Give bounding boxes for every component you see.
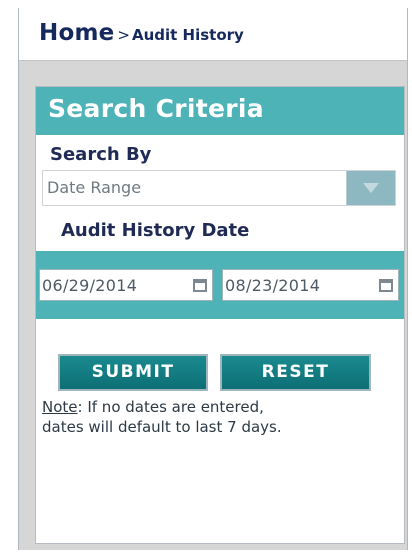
submit-button[interactable]: SUBMIT (58, 354, 208, 391)
calendar-icon[interactable] (379, 279, 393, 292)
breadcrumb-separator: > (117, 26, 130, 44)
audit-history-date-label: Audit History Date (61, 220, 250, 241)
search-by-value: Date Range (47, 178, 142, 197)
date-from-value: 06/29/2014 (42, 276, 138, 295)
breadcrumb-home-link[interactable]: Home (39, 20, 114, 46)
note-label: Note (42, 398, 78, 416)
breadcrumb-bar: Home > Audit History (19, 8, 407, 61)
search-by-label: Search By (50, 144, 152, 165)
date-from-field[interactable]: 06/29/2014 (39, 269, 213, 301)
dropdown-button[interactable] (346, 171, 395, 205)
note-text-line2: dates will default to last 7 days. (42, 418, 282, 436)
reset-button[interactable]: RESET (220, 354, 371, 391)
calendar-icon[interactable] (193, 279, 207, 292)
note-text-line1: : If no dates are entered, (77, 398, 264, 416)
chevron-down-icon (363, 183, 379, 193)
date-range-band: 06/29/2014 08/23/2014 (36, 251, 404, 319)
breadcrumb: Home > Audit History (39, 20, 244, 46)
date-default-note: Note: If no dates are entered, dates wil… (42, 397, 282, 437)
panel-header: Search Criteria (36, 87, 404, 135)
app-frame: Home > Audit History Search Criteria Searc… (18, 8, 408, 550)
date-to-value: 08/23/2014 (225, 276, 321, 295)
breadcrumb-current-page: Audit History (132, 26, 244, 44)
search-criteria-panel: Search Criteria Search By Date Range Aud… (35, 86, 405, 544)
panel-title: Search Criteria (48, 94, 264, 123)
date-to-field[interactable]: 08/23/2014 (222, 269, 399, 301)
search-by-select[interactable]: Date Range (42, 170, 396, 206)
